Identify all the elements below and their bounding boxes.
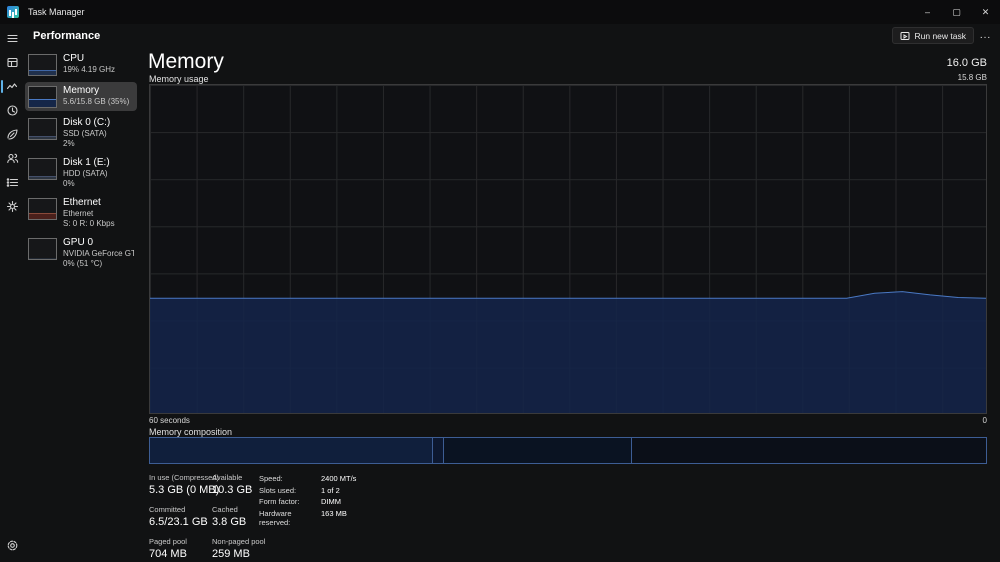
memory-heading: Memory (148, 50, 224, 73)
stat-committed: Committed 6.5/23.1 GB (149, 505, 208, 528)
disk1-name: Disk 1 (E:) (63, 157, 110, 168)
memory-name: Memory (63, 85, 100, 96)
run-new-task-button[interactable]: Run new task (891, 27, 974, 44)
cpu-text: CPU 19% 4.19 GHz (63, 53, 115, 75)
memory-stat: 5.6/15.8 GB (35%) (63, 97, 130, 106)
page-title: Performance (33, 30, 101, 42)
close-button[interactable]: ✕ (971, 0, 1000, 24)
gpu0-name: GPU 0 (63, 237, 94, 248)
sidebar-item-memory[interactable]: Memory 5.6/15.8 GB (35%) (25, 82, 137, 111)
disk0-type: SSD (SATA) (63, 129, 107, 138)
memory-total: 16.0 GB (946, 57, 987, 69)
composition-segment-free (632, 438, 986, 463)
memory-stats-grid: In use (Compressed) 5.3 GB (0 MB) Availa… (149, 473, 265, 561)
slots-used-label: Slots used: (259, 485, 297, 495)
run-new-task-icon (900, 31, 909, 40)
memory-usage-label: Memory usage (149, 74, 209, 84)
settings-icon[interactable] (0, 537, 24, 554)
gpu0-stat: 0% (51 °C) (63, 258, 103, 268)
processes-icon[interactable] (0, 54, 24, 71)
menu-icon[interactable] (0, 30, 24, 47)
titlebar: Task Manager – ▢ ✕ (0, 0, 1000, 24)
disk1-type: HDD (SATA) (63, 169, 108, 178)
speed-value: 2400 MT/s (321, 474, 357, 483)
disk0-name: Disk 0 (C:) (63, 117, 111, 128)
window-controls: – ▢ ✕ (913, 0, 1000, 24)
form-factor-value: DIMM (321, 497, 341, 506)
cpu-name: CPU (63, 53, 85, 64)
memory-composition-label: Memory composition (149, 427, 233, 437)
task-manager-app-icon (7, 6, 19, 18)
gpu0-type: NVIDIA GeForce GTX 16.. (63, 249, 134, 258)
gpu0-text: GPU 0 NVIDIA GeForce GTX 16.. 0% (51 °C) (63, 237, 134, 268)
sidebar-item-gpu0[interactable]: GPU 0 NVIDIA GeForce GTX 16.. 0% (51 °C) (25, 234, 137, 271)
stat-available: Available 10.3 GB (212, 473, 253, 496)
task-manager-window: { "window": { "title": "Task Manager", "… (0, 0, 1000, 562)
ethernet-type: Ethernet (63, 209, 94, 218)
slots-used-value: 1 of 2 (321, 485, 340, 495)
memory-hardware-info: Speed: 2400 MT/s Slots used: 1 of 2 Form… (259, 474, 356, 527)
cpu-stat: 19% 4.19 GHz (63, 65, 116, 74)
memory-max-label: 15.8 GB (957, 73, 987, 82)
stat-non-paged-pool: Non-paged pool 259 MB (212, 537, 266, 560)
performance-sidebar: CPU 19% 4.19 GHz Memory 5.6/15.8 GB (35%… (25, 50, 137, 274)
users-icon[interactable] (0, 150, 24, 167)
hardware-reserved-label: Hardware reserved: (259, 508, 292, 527)
memory-usage-graph (149, 84, 987, 414)
ethernet-name: Ethernet (63, 197, 101, 208)
disk1-sparkline (28, 158, 57, 180)
run-new-task-label: Run new task (914, 30, 967, 41)
memory-composition-bar (149, 437, 987, 464)
app-history-icon[interactable] (0, 102, 24, 119)
form-factor-label: Form factor: (259, 497, 300, 506)
disk1-stat: 0% (63, 178, 75, 188)
disk1-text: Disk 1 (E:) HDD (SATA) 0% (63, 157, 110, 188)
sidebar-item-disk1[interactable]: Disk 1 (E:) HDD (SATA) 0% (25, 154, 137, 191)
composition-segment-modified (432, 438, 445, 463)
sidebar-item-disk0[interactable]: Disk 0 (C:) SSD (SATA) 2% (25, 114, 137, 151)
services-icon[interactable] (0, 198, 24, 215)
sidebar-item-cpu[interactable]: CPU 19% 4.19 GHz (25, 50, 137, 79)
stat-paged-pool: Paged pool 704 MB (149, 537, 187, 560)
ethernet-stat: S: 0 R: 0 Kbps (63, 218, 115, 228)
x-axis-right-label: 0 (982, 416, 987, 425)
cpu-sparkline (28, 54, 57, 76)
composition-segment-standby (444, 438, 633, 463)
composition-segment-in-use (150, 438, 433, 463)
stat-cached: Cached 3.8 GB (212, 505, 247, 528)
more-options-button[interactable]: ... (978, 27, 993, 44)
selected-indicator (1, 80, 3, 93)
ethernet-sparkline (28, 198, 57, 220)
minimize-button[interactable]: – (913, 0, 942, 24)
disk0-text: Disk 0 (C:) SSD (SATA) 2% (63, 117, 110, 148)
disk0-sparkline (28, 118, 57, 140)
x-axis-left-label: 60 seconds (149, 416, 190, 425)
nav-rail (0, 24, 24, 562)
stat-in-use: In use (Compressed) 5.3 GB (0 MB) (149, 473, 220, 496)
memory-sparkline (28, 86, 57, 108)
sidebar-item-ethernet[interactable]: Ethernet Ethernet S: 0 R: 0 Kbps (25, 194, 137, 231)
hardware-reserved-value: 163 MB (321, 508, 347, 518)
startup-apps-icon[interactable] (0, 126, 24, 143)
details-icon[interactable] (0, 174, 24, 191)
speed-label: Speed: (259, 474, 283, 483)
maximize-button[interactable]: ▢ (942, 0, 971, 24)
memory-usage-series (150, 85, 986, 413)
window-title: Task Manager (28, 7, 85, 17)
gpu0-sparkline (28, 238, 57, 260)
graph-x-axis: 60 seconds 0 (149, 416, 987, 425)
performance-icon[interactable] (0, 78, 24, 95)
ethernet-text: Ethernet Ethernet S: 0 R: 0 Kbps (63, 197, 115, 228)
disk0-stat: 2% (63, 138, 75, 148)
memory-text: Memory 5.6/15.8 GB (35%) (63, 85, 129, 107)
